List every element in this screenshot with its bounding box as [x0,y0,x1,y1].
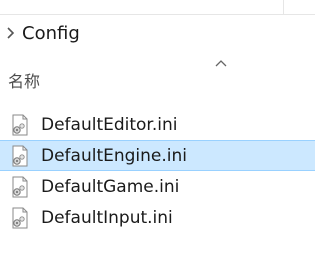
file-name: DefaultInput.ini [41,207,173,228]
file-name: DefaultGame.ini [41,176,180,197]
list-item[interactable]: DefaultInput.ini [0,202,315,233]
chevron-right-icon[interactable] [0,18,22,48]
column-header-name[interactable]: 名称 [8,68,40,92]
list-item[interactable]: DefaultEditor.ini [0,109,315,140]
window-top-strip [0,0,315,15]
file-list: DefaultEditor.ini DefaultEngine.ini Defa… [0,109,315,233]
ini-settings-file-icon [12,176,28,197]
ini-settings-file-icon [12,114,28,135]
file-name: DefaultEngine.ini [41,145,188,166]
file-name: DefaultEditor.ini [41,114,178,135]
breadcrumb-current[interactable]: Config [22,23,80,44]
chevron-up-icon [215,60,227,67]
list-header: 名称 [0,56,315,96]
list-item[interactable]: DefaultGame.ini [0,171,315,202]
top-border [0,14,315,15]
list-item-selected[interactable]: DefaultEngine.ini [0,140,315,171]
top-divider [283,0,284,15]
breadcrumb: Config [0,18,315,48]
ini-settings-file-icon [12,145,28,166]
ini-settings-file-icon [12,207,28,228]
